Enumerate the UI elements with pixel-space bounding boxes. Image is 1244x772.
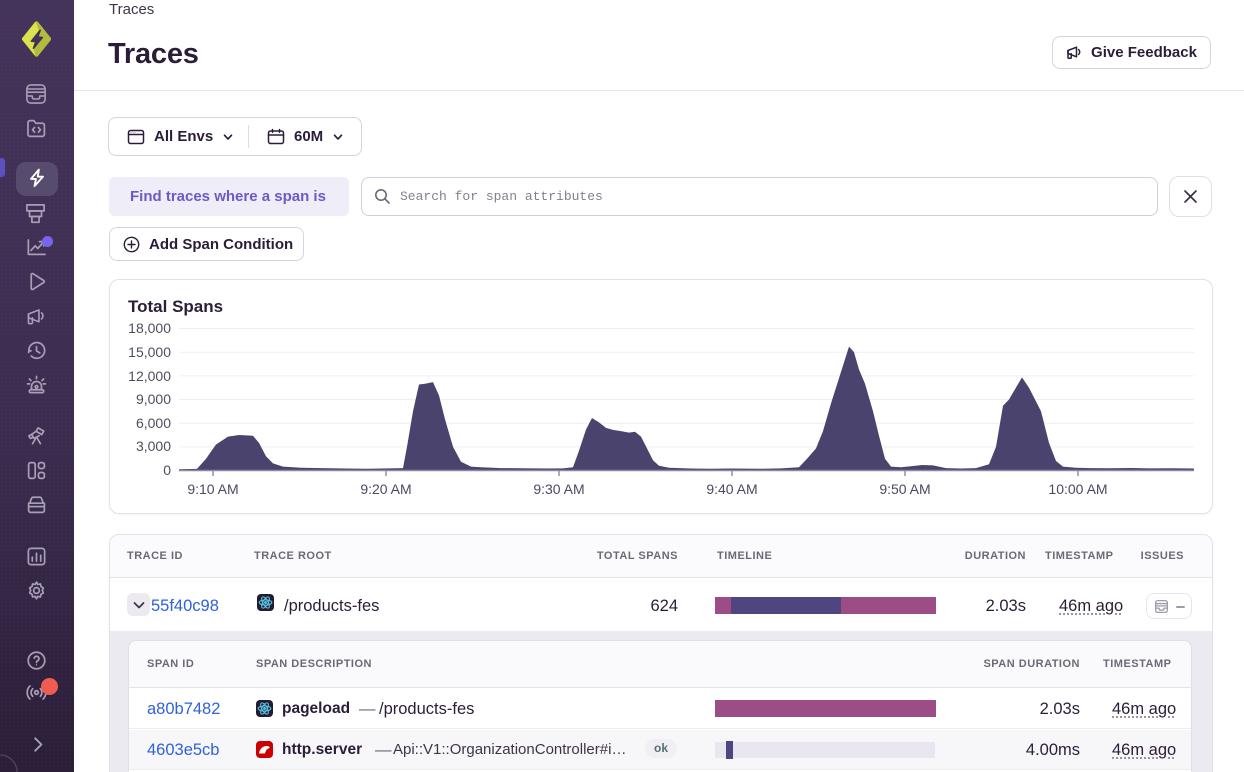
svg-text:3,000: 3,000 [136,438,171,454]
svg-text:9:50 AM: 9:50 AM [879,481,930,497]
svg-text:10:00 AM: 10:00 AM [1048,481,1107,497]
svg-text:6,000: 6,000 [136,415,171,431]
svg-text:9:40 AM: 9:40 AM [706,481,757,497]
svg-text:18,000: 18,000 [128,320,171,336]
svg-text:9:10 AM: 9:10 AM [187,481,238,497]
svg-text:9,000: 9,000 [136,391,171,407]
svg-text:15,000: 15,000 [128,344,171,360]
svg-text:0: 0 [163,462,171,478]
svg-text:9:20 AM: 9:20 AM [360,481,411,497]
svg-text:12,000: 12,000 [128,368,171,384]
svg-text:9:30 AM: 9:30 AM [533,481,584,497]
